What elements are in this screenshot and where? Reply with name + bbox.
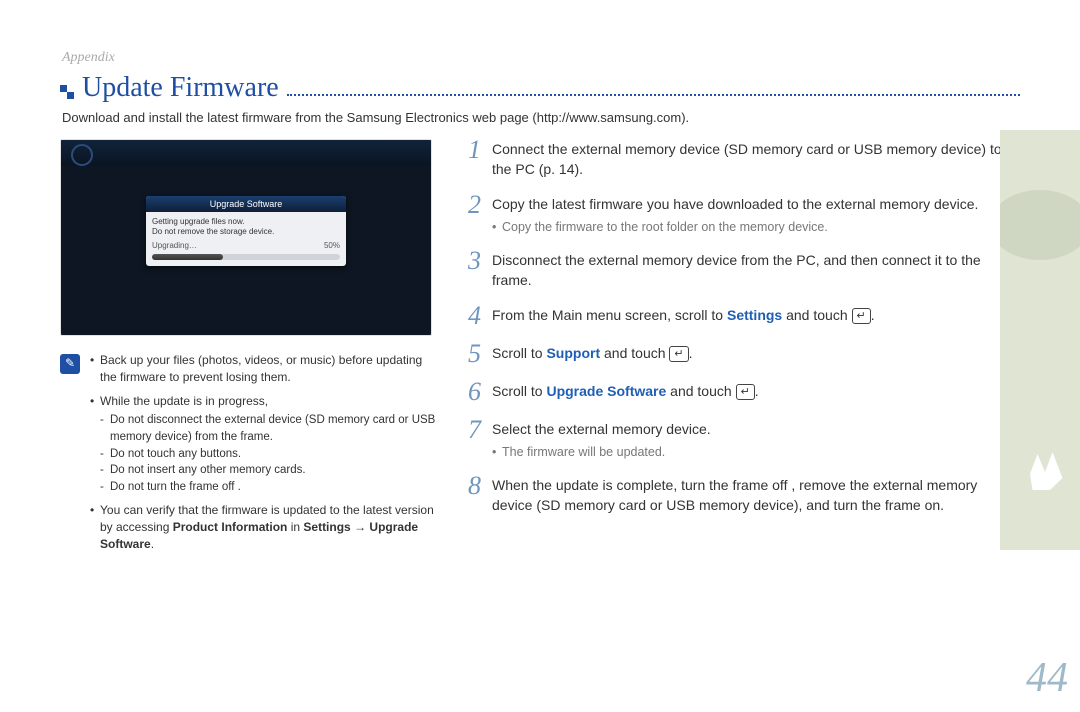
section-label: Appendix bbox=[62, 50, 1020, 66]
step-subtext: Copy the firmware to the root folder on … bbox=[492, 218, 1020, 236]
note-text: While the update is in progress, bbox=[100, 394, 268, 408]
page-title: Update Firmware bbox=[82, 72, 279, 104]
progress-pct: 50% bbox=[324, 241, 340, 250]
step-text: Scroll to Support and touch ↵. bbox=[492, 343, 1020, 367]
step-text: Connect the external memory device (SD m… bbox=[492, 139, 1020, 180]
progress-label: Upgrading… bbox=[152, 241, 197, 250]
note-subitem: Do not touch any buttons. bbox=[100, 446, 440, 463]
note-icon: ✎ bbox=[60, 354, 80, 374]
note-subitem: Do not insert any other memory cards. bbox=[100, 462, 440, 479]
page-number: 44 bbox=[1026, 654, 1068, 702]
enter-icon: ↵ bbox=[669, 346, 688, 362]
note-subitem: Do not turn the frame off . bbox=[100, 479, 440, 496]
step-text: When the update is complete, turn the fr… bbox=[492, 475, 1020, 516]
grid-icon bbox=[60, 85, 74, 99]
note-item: While the update is in progress, Do not … bbox=[90, 393, 440, 496]
title-row: Update Firmware bbox=[60, 72, 1020, 104]
side-illustration bbox=[1000, 130, 1080, 550]
progress-bar bbox=[152, 254, 340, 260]
step-text: Select the external memory device. bbox=[492, 421, 711, 437]
step-text: Scroll to Upgrade Software and touch ↵. bbox=[492, 381, 1020, 405]
note-block: ✎ Back up your files (photos, videos, or… bbox=[60, 352, 440, 560]
enter-icon: ↵ bbox=[736, 384, 755, 400]
steps-list: 1Connect the external memory device (SD … bbox=[468, 139, 1020, 516]
dialog-line2: Do not remove the storage device. bbox=[152, 227, 340, 237]
dialog-line1: Getting upgrade files now. bbox=[152, 217, 340, 227]
intro-text: Download and install the latest firmware… bbox=[62, 110, 1020, 125]
step-text: Copy the latest firmware you have downlo… bbox=[492, 196, 978, 212]
note-item: Back up your files (photos, videos, or m… bbox=[90, 352, 440, 387]
clock-icon bbox=[71, 144, 93, 166]
step-text: From the Main menu screen, scroll to Set… bbox=[492, 305, 1020, 329]
note-subitem: Do not disconnect the external device (S… bbox=[100, 412, 440, 445]
firmware-screenshot: Upgrade Software Getting upgrade files n… bbox=[60, 139, 432, 336]
enter-icon: ↵ bbox=[852, 308, 871, 324]
step-text: Disconnect the external memory device fr… bbox=[492, 250, 1020, 291]
upgrade-dialog: Upgrade Software Getting upgrade files n… bbox=[146, 196, 346, 266]
manual-page: Appendix Update Firmware Download and in… bbox=[0, 0, 1080, 712]
note-item: You can verify that the firmware is upda… bbox=[90, 502, 440, 554]
title-dotted-rule bbox=[287, 80, 1020, 96]
step-subtext: The firmware will be updated. bbox=[492, 443, 1020, 461]
dialog-title: Upgrade Software bbox=[146, 196, 346, 212]
